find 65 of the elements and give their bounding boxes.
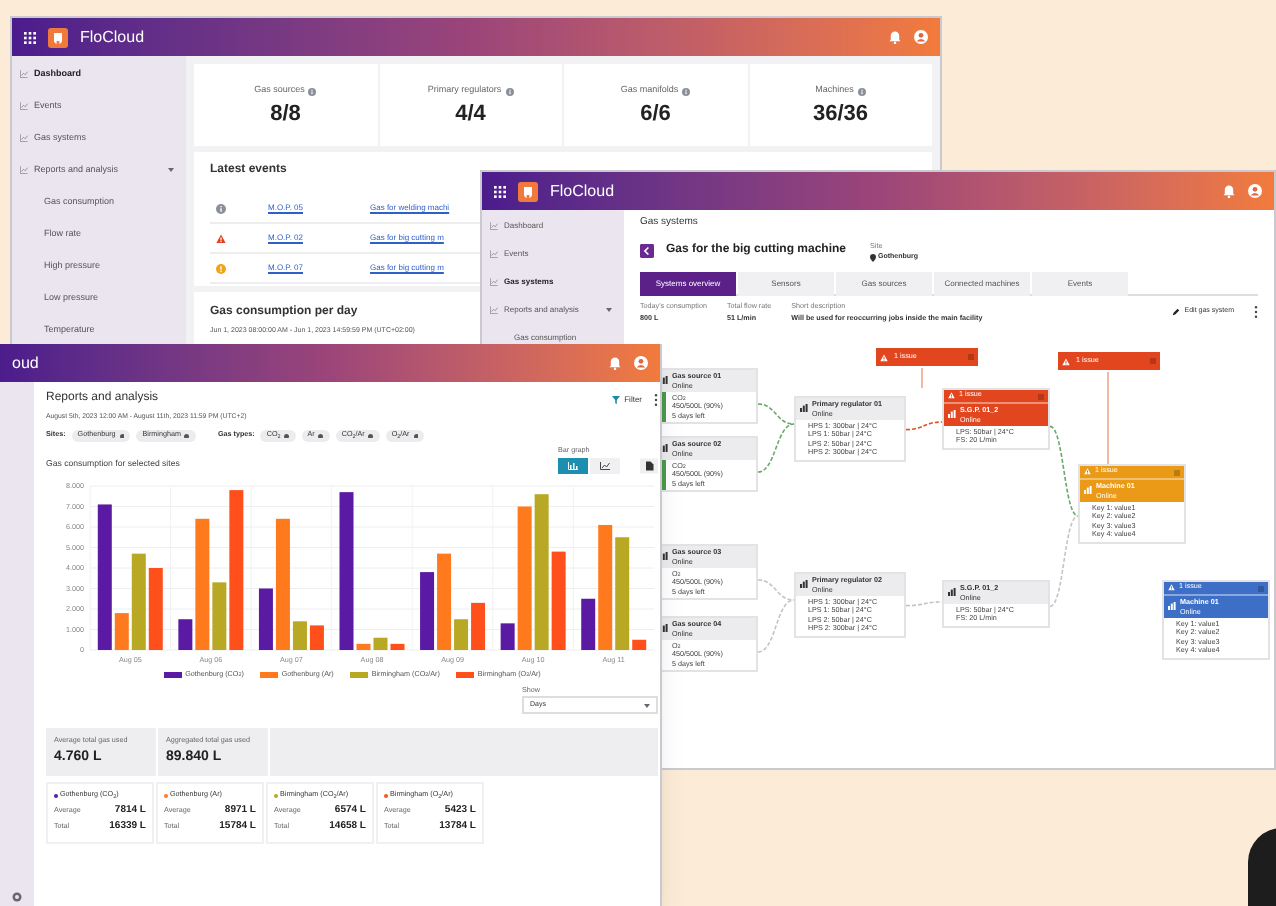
close-icon[interactable] bbox=[318, 433, 324, 439]
warning-icon bbox=[880, 353, 888, 361]
trend-icon bbox=[490, 278, 498, 286]
info-icon[interactable] bbox=[857, 87, 866, 95]
bell-icon[interactable] bbox=[1222, 184, 1236, 198]
close-icon[interactable] bbox=[368, 433, 374, 439]
logo-icon bbox=[48, 27, 68, 47]
warning-icon bbox=[1062, 357, 1070, 365]
view-toggle[interactable] bbox=[590, 457, 620, 473]
user-icon[interactable] bbox=[634, 356, 648, 370]
app-name: oud bbox=[12, 355, 39, 371]
info-icon[interactable] bbox=[505, 87, 514, 95]
user-icon[interactable] bbox=[914, 30, 928, 44]
bars-icon bbox=[948, 410, 956, 419]
caret-icon bbox=[644, 703, 650, 708]
leader-line bbox=[921, 367, 923, 389]
app-name: FloCloud bbox=[550, 183, 615, 199]
info-icon[interactable] bbox=[308, 87, 317, 95]
stat-value: 4/4 bbox=[455, 103, 486, 126]
trend-icon bbox=[20, 134, 28, 142]
menu-icon[interactable] bbox=[494, 185, 506, 197]
bar-chart-icon bbox=[568, 461, 578, 469]
bars-icon bbox=[800, 404, 808, 413]
connector-line bbox=[1049, 425, 1079, 517]
close-icon[interactable] bbox=[184, 433, 190, 439]
bars-icon bbox=[800, 580, 808, 589]
pin-icon bbox=[870, 253, 877, 262]
connector-line bbox=[905, 421, 943, 431]
export-button[interactable] bbox=[640, 457, 658, 473]
bars-icon bbox=[1084, 486, 1092, 495]
funnel-icon bbox=[612, 395, 621, 403]
user-icon[interactable] bbox=[1248, 184, 1262, 198]
trend-icon bbox=[20, 102, 28, 110]
stat-value: 6/6 bbox=[640, 103, 671, 126]
close-icon[interactable] bbox=[119, 433, 125, 439]
stat-value: 8/8 bbox=[270, 103, 301, 126]
trend-icon bbox=[20, 166, 28, 174]
connector-line bbox=[905, 601, 943, 607]
caret-icon[interactable] bbox=[168, 168, 174, 172]
leader-line bbox=[1107, 371, 1109, 465]
trend-icon bbox=[490, 250, 498, 258]
warning-icon bbox=[948, 392, 955, 400]
trend-icon bbox=[490, 222, 498, 230]
bell-icon[interactable] bbox=[888, 30, 902, 44]
trend-icon bbox=[490, 306, 498, 314]
trend-icon bbox=[20, 70, 28, 78]
back-button[interactable] bbox=[640, 244, 654, 259]
pencil-icon bbox=[1172, 307, 1181, 316]
warning-icon bbox=[1168, 584, 1175, 592]
close-icon[interactable] bbox=[284, 433, 290, 439]
stat-value: 36/36 bbox=[812, 103, 869, 126]
bars-icon bbox=[1168, 602, 1176, 611]
line-chart-icon bbox=[600, 461, 610, 469]
caret-icon[interactable] bbox=[606, 308, 612, 312]
app-name: FloCloud bbox=[80, 29, 145, 45]
bell-icon[interactable] bbox=[608, 356, 622, 370]
settings-icon[interactable] bbox=[12, 892, 22, 902]
view-toggle[interactable] bbox=[558, 457, 588, 473]
close-icon[interactable] bbox=[413, 433, 419, 439]
logo-icon bbox=[518, 181, 538, 201]
warning-icon bbox=[1084, 468, 1091, 476]
menu-icon[interactable] bbox=[24, 31, 36, 43]
info-icon[interactable] bbox=[682, 87, 691, 95]
connector-line bbox=[1049, 515, 1079, 608]
bars-icon bbox=[948, 588, 956, 597]
